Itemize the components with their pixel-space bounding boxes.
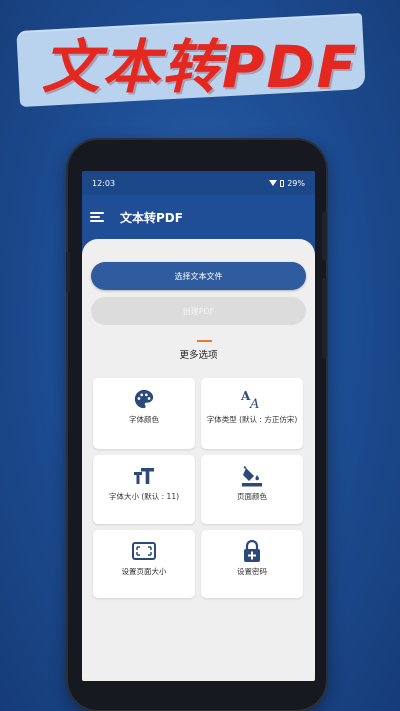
page-size-icon: [131, 540, 157, 562]
paint-bucket-icon: [240, 465, 264, 487]
phone-power-button: [322, 212, 327, 260]
page-color-label: 页面颜色: [237, 492, 267, 501]
page-color-card[interactable]: 页面颜色: [201, 455, 303, 524]
font-color-card[interactable]: 字体颜色: [93, 378, 195, 449]
font-size-icon: [132, 465, 156, 487]
status-bar: 12:03 29%: [82, 171, 315, 195]
create-pdf-button[interactable]: 创建PDF: [91, 297, 306, 325]
lock-plus-icon: [241, 539, 263, 562]
page-size-card[interactable]: 设置页面大小: [93, 530, 195, 598]
hamburger-menu-icon[interactable]: [90, 212, 104, 222]
status-indicators: 29%: [269, 179, 305, 188]
phone-side-button: [66, 252, 70, 292]
wifi-icon: [269, 180, 278, 186]
section-accent-line: [197, 340, 212, 342]
set-password-card[interactable]: 设置密码: [201, 530, 303, 598]
set-password-label: 设置密码: [237, 567, 267, 576]
phone-screen: 12:03 29% 文本转PDF 选择文本文件 创建PDF 更多选项 字体颜色 …: [82, 171, 315, 681]
svg-text:A: A: [249, 397, 259, 410]
palette-icon: [133, 388, 155, 410]
font-size-card[interactable]: 字体大小 (默认 : 11): [93, 455, 195, 524]
phone-volume-button: [322, 278, 327, 358]
battery-icon: [280, 179, 285, 187]
font-type-label: 字体类型 (默认 : 方正仿宋): [206, 415, 298, 424]
app-title: 文本转PDF: [120, 210, 183, 225]
content-sheet: 选择文本文件 创建PDF 更多选项 字体颜色 A A 字体类型 (默认: 方正…: [82, 239, 315, 681]
page-size-label: 设置页面大小: [121, 567, 167, 576]
font-size-label: 字体大小 (默认 : 11): [108, 492, 180, 501]
status-time: 12:03: [92, 178, 116, 188]
select-text-file-button[interactable]: 选择文本文件: [91, 262, 306, 290]
banner-title: 文本转PDF: [41, 33, 359, 101]
font-type-card[interactable]: A A 字体类型 (默认 : 方正仿宋): [201, 378, 303, 449]
font-color-label: 字体颜色: [129, 415, 159, 424]
app-bar: 文本转PDF: [82, 195, 315, 239]
battery-level: 29%: [287, 178, 305, 188]
font-type-icon: A A: [240, 388, 264, 410]
more-options-title: 更多选项: [179, 350, 218, 361]
